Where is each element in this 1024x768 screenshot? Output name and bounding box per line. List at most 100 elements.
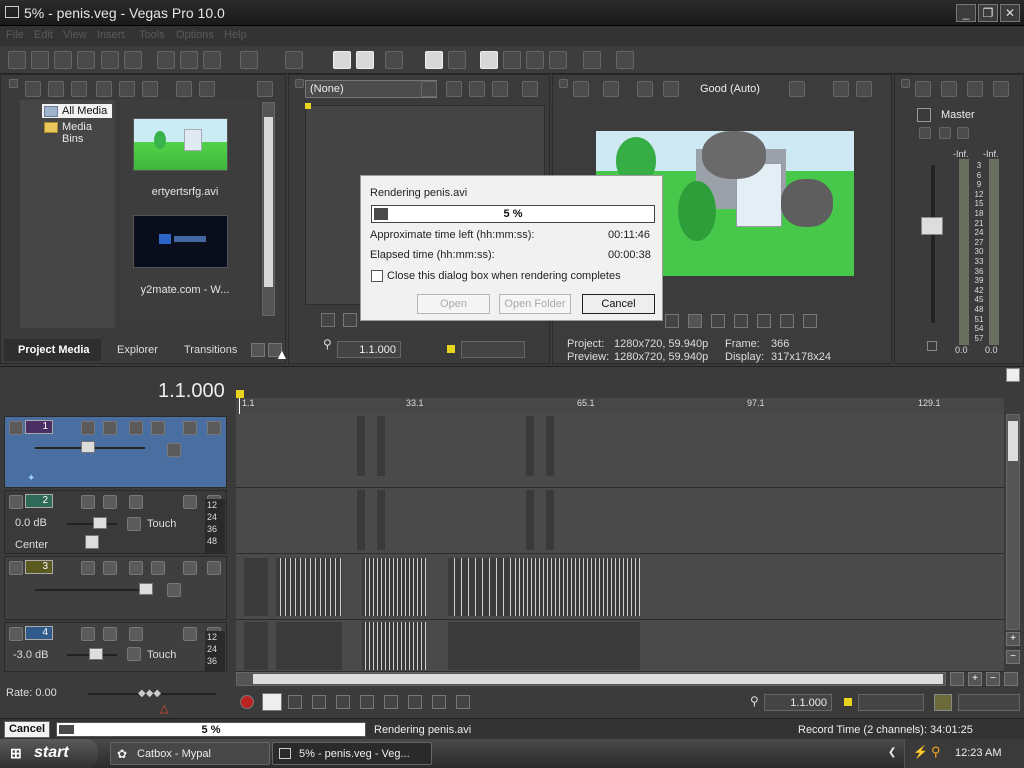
trimmer-preview-icon[interactable] xyxy=(522,81,538,97)
zoom-out-icon[interactable]: − xyxy=(986,672,1000,686)
mute-icon[interactable] xyxy=(183,421,197,435)
track-expand-button-icon[interactable] xyxy=(167,583,181,597)
clip[interactable] xyxy=(526,416,534,476)
preview-rewind-icon[interactable] xyxy=(780,314,794,328)
paste-icon[interactable] xyxy=(203,51,221,69)
scroll-right-icon[interactable] xyxy=(950,672,964,686)
track-motion-icon[interactable] xyxy=(81,421,95,435)
menu-view[interactable]: View xyxy=(63,29,87,41)
timeline-hscroll[interactable] xyxy=(236,672,946,686)
level-slider[interactable] xyxy=(81,441,95,453)
dropdown-arrow-icon[interactable] xyxy=(421,81,437,97)
start-button[interactable]: ⊞ start xyxy=(0,739,98,768)
pause-icon[interactable] xyxy=(336,695,350,709)
clip[interactable] xyxy=(377,490,385,550)
media-thumbnail[interactable] xyxy=(133,215,228,268)
record-arm-icon[interactable] xyxy=(81,495,95,509)
master-properties-icon[interactable] xyxy=(915,81,931,97)
save-icon[interactable] xyxy=(54,51,72,69)
capture-video-icon[interactable] xyxy=(48,81,64,97)
clip[interactable] xyxy=(546,490,554,550)
close-when-done-checkbox[interactable] xyxy=(371,270,383,282)
play-media-icon[interactable] xyxy=(257,81,273,97)
preview-stop-icon[interactable] xyxy=(711,314,725,328)
record-icon[interactable] xyxy=(240,695,254,709)
loop-playback-icon[interactable] xyxy=(262,693,282,711)
tree-item-all-media[interactable]: All Media xyxy=(62,105,107,117)
solo-icon[interactable] xyxy=(207,561,221,575)
track-expand-icon[interactable] xyxy=(9,421,23,435)
master-mute-icon[interactable] xyxy=(919,127,931,139)
scroll-thumb[interactable] xyxy=(253,674,943,684)
tab-transitions[interactable]: Transitions xyxy=(184,344,237,356)
track-expand-icon[interactable] xyxy=(9,561,23,575)
automation-mode[interactable]: Touch xyxy=(147,649,176,661)
go-to-start-icon[interactable] xyxy=(384,695,398,709)
properties-media-icon[interactable] xyxy=(199,81,215,97)
track-fx-icon[interactable] xyxy=(129,627,143,641)
whats-this-icon[interactable] xyxy=(616,51,634,69)
master-solo-icon[interactable] xyxy=(957,127,969,139)
media-fx-icon[interactable] xyxy=(119,81,135,97)
trimmer-dropdown[interactable]: (None) xyxy=(305,80,437,98)
zoom-in-vertical-icon[interactable]: + xyxy=(1006,632,1020,646)
track-4-header[interactable]: 4 -3.0 dB Touch 12 24 36 xyxy=(4,622,227,672)
previous-frame-icon[interactable] xyxy=(432,695,446,709)
menu-tools[interactable]: Tools xyxy=(139,29,165,41)
playhead-marker[interactable] xyxy=(236,390,244,398)
mute-icon[interactable] xyxy=(183,561,197,575)
play-from-start-icon[interactable] xyxy=(288,695,302,709)
master-checkbox-icon[interactable] xyxy=(917,108,931,122)
automation-mode[interactable]: Touch xyxy=(147,518,176,530)
track-motion-icon[interactable] xyxy=(81,561,95,575)
master-fader[interactable] xyxy=(921,217,943,235)
save-snapshot-icon[interactable] xyxy=(856,81,872,97)
taskbar-item-vegas[interactable]: 5% - penis.veg - Veg... xyxy=(272,742,432,765)
tree-item-media-bins[interactable]: Media Bins xyxy=(62,121,115,145)
next-frame-icon[interactable] xyxy=(456,695,470,709)
trimmer-out-timecode[interactable] xyxy=(461,341,525,358)
invert-phase-icon[interactable] xyxy=(103,495,117,509)
menu-insert[interactable]: Insert xyxy=(97,29,125,41)
panel-close-icon[interactable] xyxy=(9,79,18,88)
scroll-thumb[interactable] xyxy=(1008,421,1018,461)
loop-end-field[interactable] xyxy=(958,694,1020,711)
automation-mode-icon[interactable] xyxy=(127,647,141,661)
undo-icon[interactable] xyxy=(240,51,258,69)
timeline-vscroll[interactable] xyxy=(1006,414,1020,630)
rate-slider[interactable]: ◆◆◆ xyxy=(138,688,161,700)
preview-quality[interactable]: Good (Auto) xyxy=(700,83,760,95)
tab-explorer[interactable]: Explorer xyxy=(117,344,158,356)
trimmer-fx-icon[interactable] xyxy=(469,81,485,97)
open-folder-button[interactable]: Open Folder xyxy=(499,294,571,314)
track-3-lane[interactable] xyxy=(236,554,1004,620)
clip[interactable] xyxy=(448,622,640,670)
track-4-lane[interactable] xyxy=(236,620,1004,672)
lock-envelopes-icon[interactable] xyxy=(425,51,443,69)
properties-icon[interactable] xyxy=(124,51,142,69)
track-fx-gear-icon[interactable] xyxy=(151,561,165,575)
preview-prev-frame-icon[interactable] xyxy=(734,314,748,328)
master-mix-icon[interactable] xyxy=(941,81,957,97)
mute-icon[interactable] xyxy=(183,627,197,641)
record-arm-icon[interactable] xyxy=(81,627,95,641)
composite-mode-icon[interactable] xyxy=(129,421,143,435)
track-1-header[interactable]: 1 ✦ xyxy=(4,416,227,488)
preview-fx-icon[interactable] xyxy=(637,81,653,97)
stop-icon[interactable] xyxy=(360,695,374,709)
delete-icon[interactable] xyxy=(176,81,192,97)
search-icon[interactable]: ⚲ xyxy=(931,744,941,760)
cut-icon[interactable] xyxy=(157,51,175,69)
preview-play-icon[interactable] xyxy=(665,314,679,328)
clip[interactable] xyxy=(512,558,640,616)
open-button[interactable]: Open xyxy=(417,294,490,314)
clip[interactable] xyxy=(526,490,534,550)
trimmer-timecode[interactable]: 1.1.000 xyxy=(337,341,401,358)
trimmer-add-icon[interactable] xyxy=(446,81,462,97)
track-fx-icon[interactable] xyxy=(129,495,143,509)
status-cancel-button[interactable]: Cancel xyxy=(4,721,50,738)
transport-timecode[interactable]: 1.1.000 xyxy=(764,694,832,711)
zoom-out-vertical-icon[interactable]: − xyxy=(1006,650,1020,664)
trimmer-play-icon[interactable] xyxy=(343,313,357,327)
ignore-grouping-icon[interactable] xyxy=(448,51,466,69)
